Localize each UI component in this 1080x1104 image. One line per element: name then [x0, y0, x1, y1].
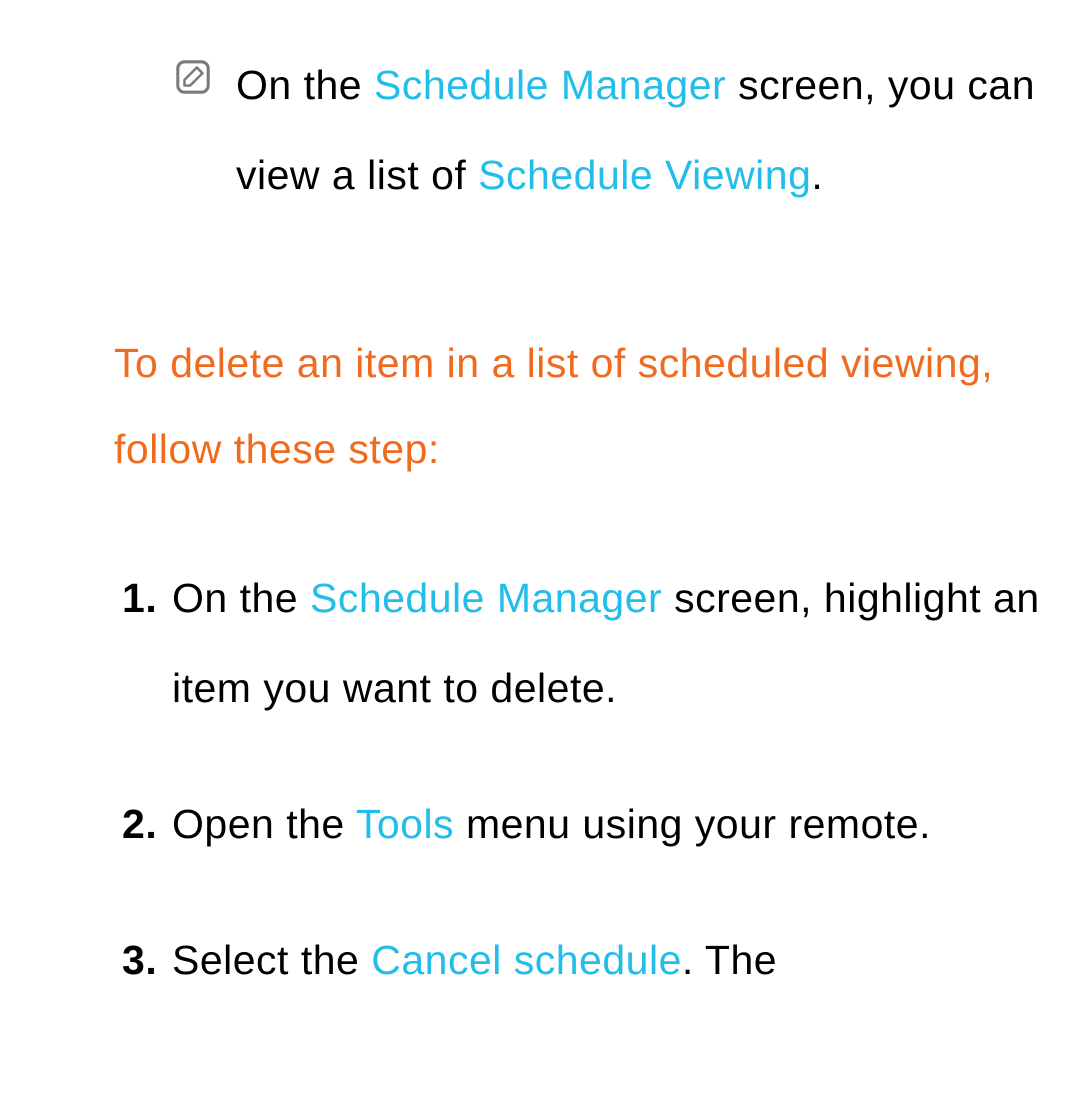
text-seg: Open the	[172, 801, 356, 847]
text-seg: . The	[682, 937, 777, 983]
text-seg: On the	[236, 62, 374, 108]
note-block: On the Schedule Manager screen, you can …	[174, 40, 1044, 220]
ui-term: Schedule Manager	[310, 575, 662, 621]
document-page: On the Schedule Manager screen, you can …	[0, 0, 1080, 1005]
ui-term: Cancel schedule	[371, 937, 682, 983]
note-text: On the Schedule Manager screen, you can …	[236, 40, 1044, 220]
ui-term: Schedule Viewing	[478, 152, 811, 198]
steps-list: On the Schedule Manager screen, highligh…	[114, 553, 1044, 1006]
note-icon	[174, 50, 214, 116]
step-text: Select the Cancel schedule. The	[172, 915, 1044, 1005]
text-seg: Select the	[172, 937, 371, 983]
list-item: Open the Tools menu using your remote.	[114, 779, 1044, 869]
list-item: On the Schedule Manager screen, highligh…	[114, 553, 1044, 733]
ui-term: Tools	[356, 801, 454, 847]
section-heading: To delete an item in a list of scheduled…	[114, 320, 1044, 492]
list-item: Select the Cancel schedule. The	[114, 915, 1044, 1005]
text-seg: On the	[172, 575, 310, 621]
step-text: On the Schedule Manager screen, highligh…	[172, 553, 1044, 733]
step-text: Open the Tools menu using your remote.	[172, 779, 1044, 869]
text-seg: .	[811, 152, 823, 198]
ui-term: Schedule Manager	[374, 62, 726, 108]
text-seg: menu using your remote.	[454, 801, 931, 847]
